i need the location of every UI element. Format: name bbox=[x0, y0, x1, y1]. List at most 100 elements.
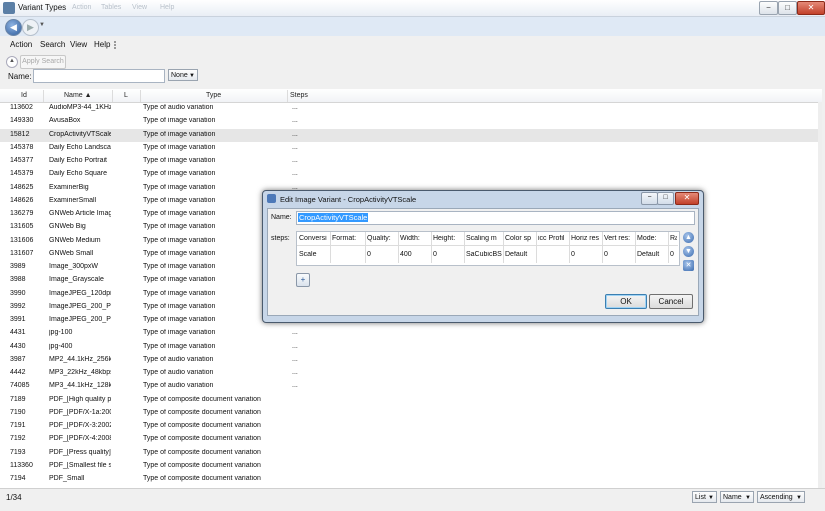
column-separator[interactable] bbox=[112, 90, 113, 102]
step-column-header[interactable]: Height: bbox=[433, 235, 464, 242]
row-steps[interactable]: ... bbox=[292, 170, 312, 177]
remove-step-icon[interactable]: ✕ bbox=[683, 260, 694, 271]
row-name: PDF_[Smallest file size] bbox=[49, 461, 111, 469]
row-steps[interactable]: ... bbox=[292, 131, 312, 138]
step-column-header[interactable]: Width: bbox=[400, 235, 431, 242]
dialog-minimize-button[interactable]: − bbox=[641, 192, 658, 205]
dialog-maximize-button[interactable]: □ bbox=[657, 192, 674, 205]
cancel-button[interactable]: Cancel bbox=[649, 294, 693, 309]
table-row[interactable]: 74085 MP3_44.1kHz_128kbps Type of audio va… bbox=[0, 380, 822, 393]
table-row[interactable]: 7193 PDF_[Press quality] Type of composite… bbox=[0, 447, 822, 460]
toolbar-grip[interactable] bbox=[114, 41, 122, 49]
row-name: AudioMP3-44_1KHz bbox=[49, 104, 111, 111]
table-row[interactable]: 3987 MP2_44.1kHz_256kbps Type of audio var… bbox=[0, 354, 822, 367]
step-column-header[interactable]: Ra bbox=[670, 235, 677, 242]
chevron-down-icon: ▼ bbox=[708, 495, 714, 501]
row-steps[interactable]: ... bbox=[292, 104, 312, 111]
sort-order-select[interactable]: Ascending ▼ bbox=[757, 491, 805, 503]
row-steps[interactable]: ... bbox=[292, 382, 312, 389]
step-column-header[interactable]: Mode: bbox=[637, 235, 668, 242]
window-title: Variant Types bbox=[18, 3, 67, 12]
table-row[interactable]: 145377 Daily Echo Portrait Type of image v… bbox=[0, 155, 822, 168]
step-cell[interactable]: Default bbox=[505, 251, 536, 258]
column-header-type[interactable]: Type bbox=[206, 92, 221, 99]
up-arrow-icon[interactable]: ▲ bbox=[683, 232, 694, 243]
step-column-header[interactable]: Quality: bbox=[367, 235, 398, 242]
row-name: ExaminerSmall bbox=[49, 196, 97, 204]
table-row[interactable]: 4442 MP3_22kHz_48kbps Type of audio variat… bbox=[0, 367, 822, 380]
column-separator[interactable] bbox=[140, 90, 141, 102]
step-cell[interactable]: 0 bbox=[433, 251, 464, 258]
step-column-header[interactable]: Scaling m bbox=[466, 235, 503, 242]
row-steps[interactable]: ... bbox=[292, 356, 312, 363]
table-row[interactable]: 7190 PDF_[PDF/X-1a:2001] Type of composite… bbox=[0, 407, 822, 420]
table-row[interactable]: 7194 PDF_Small Type of composite document … bbox=[0, 473, 822, 486]
column-separator[interactable] bbox=[43, 90, 44, 102]
menu-help[interactable]: Help bbox=[94, 40, 110, 49]
table-row[interactable]: 145379 Daily Echo Square Type of image var… bbox=[0, 168, 822, 181]
row-steps[interactable]: ... bbox=[292, 157, 312, 164]
table-row[interactable]: 7189 PDF_[High quality print] Type of comp… bbox=[0, 394, 822, 407]
vertical-scrollbar[interactable] bbox=[818, 102, 822, 488]
step-cell[interactable]: SaCubicBS bbox=[466, 251, 503, 258]
ghost-menu-help: Help bbox=[160, 4, 175, 11]
step-column-header[interactable]: Conversi bbox=[299, 235, 330, 242]
add-step-icon[interactable]: + bbox=[296, 273, 310, 287]
column-separator[interactable] bbox=[287, 90, 288, 102]
step-cell[interactable]: 0 bbox=[670, 251, 677, 258]
ok-button[interactable]: OK bbox=[605, 294, 647, 309]
sort-field-select[interactable]: Name ▼ bbox=[720, 491, 754, 503]
row-steps[interactable]: ... bbox=[292, 343, 312, 350]
row-type: Type of composite document variation bbox=[143, 435, 261, 443]
row-type: Type of audio variation bbox=[143, 382, 214, 390]
table-row[interactable]: 113602 AudioMP3-44_1KHz Type of audio vari… bbox=[0, 102, 822, 115]
minimize-button[interactable]: − bbox=[759, 1, 778, 15]
filter-select[interactable]: None ▼ bbox=[168, 69, 198, 81]
column-header-id[interactable]: Id bbox=[21, 92, 27, 99]
name-filter-input[interactable] bbox=[33, 69, 165, 83]
row-steps[interactable]: ... bbox=[292, 144, 312, 151]
step-cell[interactable]: 0 bbox=[367, 251, 398, 258]
row-steps[interactable]: ... bbox=[292, 329, 312, 336]
collapse-icon[interactable]: ▲ bbox=[6, 56, 18, 68]
step-column-header[interactable]: Color sp bbox=[505, 235, 536, 242]
maximize-button[interactable]: □ bbox=[778, 1, 797, 15]
back-arrow-icon[interactable]: ◀ bbox=[5, 19, 22, 36]
menu-view[interactable]: View bbox=[70, 40, 87, 49]
forward-arrow-icon[interactable]: ▶ bbox=[22, 19, 39, 36]
step-cell[interactable]: Scale bbox=[299, 251, 330, 258]
step-cell[interactable]: 0 bbox=[571, 251, 602, 258]
step-column-header[interactable]: Format: bbox=[332, 235, 365, 242]
column-header-name[interactable]: Name ▲ bbox=[64, 92, 92, 99]
table-row[interactable]: 149330 AvusaBox Type of image variation... bbox=[0, 115, 822, 128]
column-header-steps[interactable]: Steps bbox=[290, 92, 308, 99]
menu-action[interactable]: Action bbox=[10, 40, 32, 49]
table-row[interactable]: 7192 PDF_[PDF/X-4:2008] Type of composite … bbox=[0, 433, 822, 446]
row-id: 131606 bbox=[10, 236, 34, 244]
row-name: Daily Echo Square bbox=[49, 170, 107, 178]
table-row[interactable]: 4431 jpg-100 Type of image variation... bbox=[0, 327, 822, 340]
apply-search-button[interactable]: Apply Search bbox=[20, 55, 66, 69]
step-cell[interactable]: 0 bbox=[604, 251, 635, 258]
table-row[interactable]: 7191 PDF_[PDF/X-3:2002] Type of composite … bbox=[0, 420, 822, 433]
view-mode-select[interactable]: List ▼ bbox=[692, 491, 717, 503]
table-row[interactable]: 145378 Daily Echo Landscape Type of image … bbox=[0, 142, 822, 155]
table-row[interactable]: 15812 CropActivityVTScale Type of image va… bbox=[0, 128, 822, 142]
step-column-header[interactable]: Vert res: bbox=[604, 235, 635, 242]
history-dropdown-icon[interactable]: ▼ bbox=[39, 22, 45, 28]
row-steps[interactable]: ... bbox=[292, 117, 312, 124]
step-column-header[interactable]: Horiz res bbox=[571, 235, 602, 242]
dialog-name-value[interactable]: CropActivityVTScale bbox=[298, 213, 369, 222]
close-button[interactable]: ✕ bbox=[797, 1, 825, 15]
step-cell[interactable]: 400 bbox=[400, 251, 431, 258]
row-steps[interactable]: ... bbox=[292, 369, 312, 376]
table-row[interactable]: 4430 jpg-400 Type of image variation... bbox=[0, 341, 822, 354]
dialog-close-button[interactable]: ✕ bbox=[675, 192, 699, 205]
down-arrow-icon[interactable]: ▼ bbox=[683, 246, 694, 257]
menu-search[interactable]: Search bbox=[40, 40, 65, 49]
column-header-l[interactable]: L bbox=[124, 92, 128, 99]
step-cell[interactable]: Default bbox=[637, 251, 668, 258]
table-row[interactable]: 113360 PDF_[Smallest file size] Type of co… bbox=[0, 460, 822, 473]
step-column-header[interactable]: icc Profil bbox=[538, 235, 569, 242]
row-name: MP3_22kHz_48kbps bbox=[49, 369, 111, 376]
